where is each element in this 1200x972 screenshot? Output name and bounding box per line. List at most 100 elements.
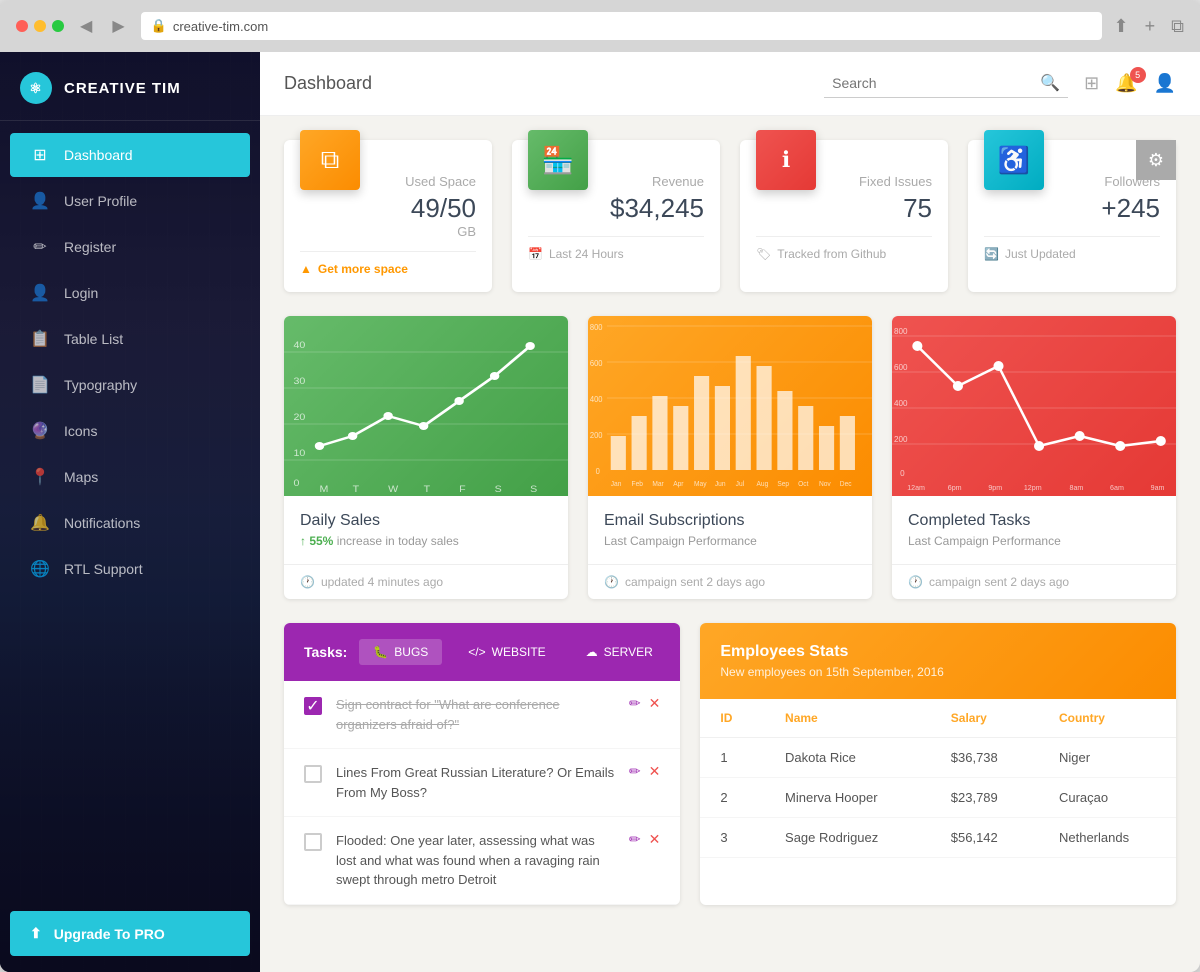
tasks-header: Tasks: 🐛 BUGS </> WEBSITE ☁ — [284, 623, 680, 681]
sidebar-logo: ⚛ CREATIVE TIM — [0, 52, 260, 121]
completed-tasks-title: Completed Tasks — [908, 512, 1160, 530]
employee-country-2: Curaçao — [1039, 778, 1176, 818]
used-space-value: 49/50 — [300, 193, 476, 224]
sidebar-nav: ⊞ Dashboard 👤 User Profile ✏ Register 👤 … — [0, 121, 260, 895]
task-text-1: Sign contract for "What are conference o… — [336, 695, 615, 734]
code-icon: </> — [468, 645, 485, 659]
employee-id-2: 2 — [700, 778, 765, 818]
svg-text:May: May — [694, 481, 707, 488]
revenue-icon: 🏪 — [528, 130, 588, 190]
chart-card-completed-tasks: 800 600 400 200 0 — [892, 316, 1176, 599]
main-content: Dashboard 🔍 ⊞ 🔔 5 👤 — [260, 52, 1200, 972]
clock-icon: 🕐 — [300, 575, 315, 589]
page-title: Dashboard — [284, 73, 808, 94]
pencil-icon: ✏ — [30, 237, 50, 257]
sidebar-item-register[interactable]: ✏ Register — [10, 225, 250, 269]
gear-button[interactable]: ⚙ — [1136, 140, 1176, 180]
dashboard-body: ⧉ Used Space 49/50 GB ▲ Get more space — [260, 116, 1200, 972]
completed-tasks-chart: 800 600 400 200 0 — [892, 316, 1176, 496]
col-salary: Salary — [931, 699, 1039, 738]
task-checkbox-1[interactable]: ✓ — [304, 697, 322, 715]
svg-text:0: 0 — [596, 467, 601, 476]
task-checkbox-3[interactable] — [304, 833, 322, 851]
notifications-button[interactable]: 🔔 5 — [1115, 73, 1137, 94]
browser-titlebar: ◀ ▶ 🔒 creative-tim.com ⬆ + ⧉ — [0, 0, 1200, 52]
share-icon[interactable]: ⬆ — [1114, 16, 1129, 37]
task-tab-server[interactable]: ☁ SERVER — [572, 639, 667, 665]
employee-country-3: Netherlands — [1039, 818, 1176, 858]
col-name: Name — [765, 699, 931, 738]
sidebar-item-dashboard[interactable]: ⊞ Dashboard — [10, 133, 250, 177]
revenue-value: $34,245 — [528, 193, 704, 224]
task-edit-1[interactable]: ✏ — [629, 695, 641, 712]
chart-card-daily-sales: 40 30 20 10 0 M T W T F — [284, 316, 568, 599]
task-delete-1[interactable]: ✕ — [649, 695, 661, 712]
sidebar-content: ⚛ CREATIVE TIM ⊞ Dashboard 👤 User Profil… — [0, 52, 260, 972]
task-item: ✓ Sign contract for "What are conference… — [284, 681, 680, 749]
svg-text:6pm: 6pm — [948, 485, 962, 492]
minimize-dot[interactable] — [34, 20, 46, 32]
user-menu-button[interactable]: 👤 — [1154, 73, 1176, 94]
sidebar-item-table-list[interactable]: 📋 Table List — [10, 317, 250, 361]
task-delete-2[interactable]: ✕ — [649, 763, 661, 780]
search-input[interactable] — [832, 75, 1032, 91]
task-tab-bugs[interactable]: 🐛 BUGS — [359, 639, 442, 665]
sidebar-item-typography[interactable]: 📄 Typography — [10, 363, 250, 407]
revenue-footer: 📅 Last 24 Hours — [528, 236, 704, 261]
tag-icon: 🏷 — [756, 247, 771, 261]
stat-card-revenue: 🏪 Revenue $34,245 📅 Last 24 Hours — [512, 140, 720, 292]
sidebar-item-maps[interactable]: 📍 Maps — [10, 455, 250, 499]
task-tab-website[interactable]: </> WEBSITE — [454, 639, 559, 665]
sidebar-item-label: RTL Support — [64, 561, 143, 577]
tasks-card: Tasks: 🐛 BUGS </> WEBSITE ☁ — [284, 623, 680, 905]
task-checkbox-2[interactable] — [304, 765, 322, 783]
svg-text:400: 400 — [590, 395, 603, 404]
svg-text:10: 10 — [293, 449, 305, 459]
search-icon[interactable]: 🔍 — [1040, 73, 1060, 93]
close-dot[interactable] — [16, 20, 28, 32]
task-actions-2: ✏ ✕ — [629, 763, 660, 780]
task-edit-3[interactable]: ✏ — [629, 831, 641, 848]
svg-text:0: 0 — [900, 469, 905, 478]
task-delete-3[interactable]: ✕ — [649, 831, 661, 848]
sidebar-item-label: Icons — [64, 423, 97, 439]
stat-cards: ⧉ Used Space 49/50 GB ▲ Get more space — [284, 140, 1176, 292]
svg-text:Feb: Feb — [632, 481, 644, 488]
svg-text:Sep: Sep — [777, 481, 789, 488]
back-button[interactable]: ◀ — [76, 12, 96, 40]
maximize-dot[interactable] — [52, 20, 64, 32]
sidebar-item-user-profile[interactable]: 👤 User Profile — [10, 179, 250, 223]
email-subscriptions-footer: 🕐 campaign sent 2 days ago — [588, 564, 872, 599]
employee-country-1: Niger — [1039, 738, 1176, 778]
sidebar-item-login[interactable]: 👤 Login — [10, 271, 250, 315]
sidebar-item-label: Login — [64, 285, 98, 301]
app-layout: ⚛ CREATIVE TIM ⊞ Dashboard 👤 User Profil… — [0, 52, 1200, 972]
grid-view-button[interactable]: ⊞ — [1084, 73, 1099, 94]
fixed-issues-icon: ℹ — [756, 130, 816, 190]
sidebar-item-icons[interactable]: 🔮 Icons — [10, 409, 250, 453]
daily-sales-title: Daily Sales — [300, 512, 552, 530]
employee-salary-3: $56,142 — [931, 818, 1039, 858]
svg-text:400: 400 — [894, 399, 908, 408]
svg-text:12am: 12am — [907, 485, 925, 492]
task-edit-2[interactable]: ✏ — [629, 763, 641, 780]
svg-text:S: S — [530, 485, 538, 495]
sidebar-item-notifications[interactable]: 🔔 Notifications — [10, 501, 250, 545]
address-bar[interactable]: 🔒 creative-tim.com — [141, 12, 1102, 40]
forward-button[interactable]: ▶ — [108, 12, 128, 40]
svg-text:Dec: Dec — [840, 481, 852, 488]
new-tab-icon[interactable]: + — [1145, 16, 1156, 37]
login-icon: 👤 — [30, 283, 50, 303]
svg-text:Jul: Jul — [736, 481, 745, 488]
sidebar-item-rtl-support[interactable]: 🌐 RTL Support — [10, 547, 250, 591]
search-bar: 🔍 — [824, 69, 1068, 98]
windows-icon[interactable]: ⧉ — [1171, 16, 1184, 37]
svg-text:40: 40 — [293, 341, 305, 351]
fixed-issues-footer-text: Tracked from Github — [777, 247, 886, 261]
email-subscriptions-chart: 800 600 400 200 0 — [588, 316, 872, 496]
email-subscriptions-title: Email Subscriptions — [604, 512, 856, 530]
upgrade-button[interactable]: ⬆ Upgrade To PRO — [10, 911, 250, 956]
upgrade-label: Upgrade To PRO — [54, 926, 165, 942]
task-tab-website-label: WEBSITE — [492, 645, 546, 659]
sidebar: ⚛ CREATIVE TIM ⊞ Dashboard 👤 User Profil… — [0, 52, 260, 972]
